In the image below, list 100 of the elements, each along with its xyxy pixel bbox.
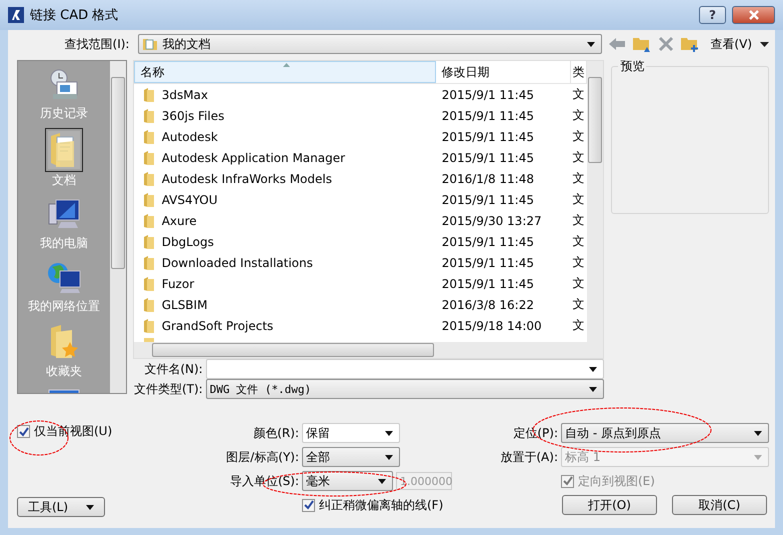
file-row[interactable]: AVS4YOU: [134, 192, 436, 208]
new-folder-icon[interactable]: [680, 35, 700, 53]
file-name-field[interactable]: [206, 359, 604, 379]
type-cell-text: 文: [572, 191, 586, 208]
type-cell-text: 文: [572, 254, 586, 271]
dropdown-arrow-icon[interactable]: [760, 42, 769, 46]
delete-icon[interactable]: [658, 36, 674, 52]
type-cell-text: 文: [572, 317, 586, 334]
file-name: 3dsMax: [162, 88, 208, 102]
file-name: Autodesk: [162, 130, 218, 144]
type-cell-text: 文: [572, 212, 586, 229]
file-row[interactable]: Autodesk InfraWorks Models: [134, 170, 436, 186]
date-cell-text: 2015/9/1 11:45: [440, 108, 535, 122]
file-row[interactable]: 3dsMax: [134, 86, 436, 102]
folder-icon: [142, 108, 155, 124]
date-cell-text: 2015/9/18 14:00: [440, 318, 543, 332]
folder-up-icon[interactable]: [632, 35, 652, 53]
date-cell-text: 2015/9/1 11:45: [440, 88, 535, 102]
date-cell-text: 2015/9/1 11:45: [440, 130, 535, 144]
file-name: Downloaded Installations: [162, 256, 313, 270]
folder-icon: [142, 37, 158, 51]
color-label: 颜色(R):: [252, 424, 299, 442]
horizontal-scrollbar[interactable]: [134, 342, 604, 358]
file-name: GrandSoft Projects: [162, 318, 274, 332]
positioning-dropdown[interactable]: 自动 - 原点到原点: [561, 423, 769, 443]
date-cell-text: 2015/9/1 11:45: [440, 150, 535, 164]
file-name: GLSBIM: [162, 298, 208, 312]
file-row[interactable]: GrandSoft Projects: [134, 318, 436, 334]
app-logo-icon: [8, 7, 24, 23]
folder-icon: [142, 86, 155, 102]
folder-icon: [142, 170, 155, 186]
file-row[interactable]: Downloaded Installations: [134, 254, 436, 270]
help-button[interactable]: ?: [699, 6, 726, 24]
sort-arrow-icon: [282, 63, 290, 67]
scrollbar[interactable]: [110, 61, 126, 393]
close-button[interactable]: [732, 6, 775, 24]
file-type-dropdown[interactable]: DWG 文件 (*.dwg): [206, 379, 604, 399]
file-name: Autodesk InfraWorks Models: [162, 172, 332, 186]
type-cell-text: 文: [572, 149, 586, 166]
date-cell-text: 2015/9/1 11:45: [440, 256, 535, 270]
cancel-button[interactable]: 取消(C): [672, 495, 767, 515]
folder-icon: [142, 234, 155, 250]
date-cell-text: 2015/9/1 11:45: [440, 192, 535, 206]
date-cell-text: 2015/9/1 11:45: [440, 276, 535, 290]
type-cell-text: 文: [572, 170, 586, 187]
date-cell-text: 2016/3/8 16:22: [440, 298, 535, 312]
file-name: Fuzor: [162, 276, 194, 290]
column-header[interactable]: 名称: [134, 61, 436, 83]
annotation-ellipse: [9, 420, 69, 456]
file-row[interactable]: Autodesk Application Manager: [134, 150, 436, 166]
close-icon: [748, 10, 760, 20]
date-cell-text: 2015/9/30 13:27: [440, 214, 543, 228]
units-dropdown[interactable]: 毫米: [302, 471, 393, 491]
look-in-dropdown[interactable]: 我的文档: [138, 34, 602, 54]
view-menu-button[interactable]: 查看(V): [708, 36, 754, 52]
date-cell-text: 2015/9/1 11:45: [440, 234, 535, 248]
file-name: Axure: [162, 214, 197, 228]
file-row[interactable]: 360js Files: [134, 108, 436, 124]
file-name: Autodesk Application Manager: [162, 150, 346, 164]
file-row[interactable]: Autodesk: [134, 128, 436, 144]
file-row[interactable]: Axure: [134, 212, 436, 228]
correct-lines-label: 纠正稍微偏离轴的线(F): [319, 496, 444, 514]
open-button[interactable]: 打开(O): [562, 495, 657, 515]
file-name-label: 文件名(N):: [143, 360, 203, 378]
type-cell-text: 文: [572, 86, 586, 103]
folder-icon: [142, 212, 155, 228]
document-folder-icon: [48, 131, 80, 169]
back-arrow-icon[interactable]: [608, 37, 626, 51]
positioning-label: 定位(P):: [512, 424, 558, 442]
color-dropdown[interactable]: 保留: [302, 423, 400, 443]
type-cell-text: 文: [572, 128, 586, 145]
checkbox[interactable]: [17, 425, 30, 438]
look-in-label: 查找范围(I):: [64, 36, 130, 52]
folder-icon: [142, 128, 155, 144]
file-name: AVS4YOU: [162, 192, 218, 206]
file-row[interactable]: Fuzor: [134, 276, 436, 292]
preview-label: 预览: [618, 58, 646, 75]
file-row[interactable]: GLSBIM: [134, 296, 436, 312]
folder-icon: [142, 276, 155, 292]
file-name: 360js Files: [162, 108, 224, 122]
window-title: 链接 CAD 格式: [30, 7, 118, 24]
checkbox[interactable]: [302, 498, 315, 512]
type-cell-text: 文: [572, 296, 586, 313]
type-cell-text: 文: [572, 233, 586, 250]
place-at-label: 放置于(A):: [499, 448, 558, 466]
file-name: DbgLogs: [162, 234, 214, 248]
globe-computer-icon: [46, 261, 82, 295]
type-cell-text: 文: [572, 275, 586, 292]
date-cell-text: 2016/1/8 11:48: [440, 172, 535, 186]
orient-to-view-label: 定向到视图(E): [578, 472, 655, 490]
folder-icon: [142, 254, 155, 270]
file-row[interactable]: DbgLogs: [134, 234, 436, 250]
column-header[interactable]: 修改日期: [436, 61, 571, 83]
layers-label: 图层/标高(Y):: [225, 448, 299, 466]
folder-icon: [142, 318, 155, 334]
type-cell-text: 文: [572, 107, 586, 124]
layers-dropdown[interactable]: 全部: [302, 447, 400, 467]
folder-icon: [142, 336, 155, 342]
tools-button[interactable]: 工具(L): [17, 497, 105, 517]
folder-icon: [142, 150, 155, 166]
